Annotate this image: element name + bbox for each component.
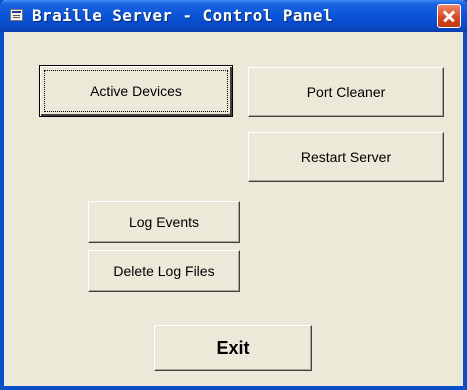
restart-server-label: Restart Server <box>300 149 392 165</box>
active-devices-label: Active Devices <box>90 83 182 99</box>
app-window-icon <box>10 9 23 21</box>
control-panel-window: Braille Server - Control Panel Active De… <box>0 0 467 390</box>
window-title: Braille Server - Control Panel <box>32 6 333 25</box>
close-icon[interactable] <box>437 4 461 28</box>
delete-log-files-label: Delete Log Files <box>113 263 215 279</box>
title-bar[interactable]: Braille Server - Control Panel <box>0 0 467 32</box>
exit-button[interactable]: Exit <box>154 325 312 371</box>
exit-label: Exit <box>216 337 250 358</box>
delete-log-files-button[interactable]: Delete Log Files <box>88 250 240 292</box>
port-cleaner-button[interactable]: Port Cleaner <box>248 67 444 117</box>
active-devices-button[interactable]: Active Devices <box>39 65 233 117</box>
log-events-label: Log Events <box>128 214 200 230</box>
port-cleaner-label: Port Cleaner <box>306 84 386 100</box>
log-events-button[interactable]: Log Events <box>88 201 240 243</box>
restart-server-button[interactable]: Restart Server <box>248 132 444 182</box>
